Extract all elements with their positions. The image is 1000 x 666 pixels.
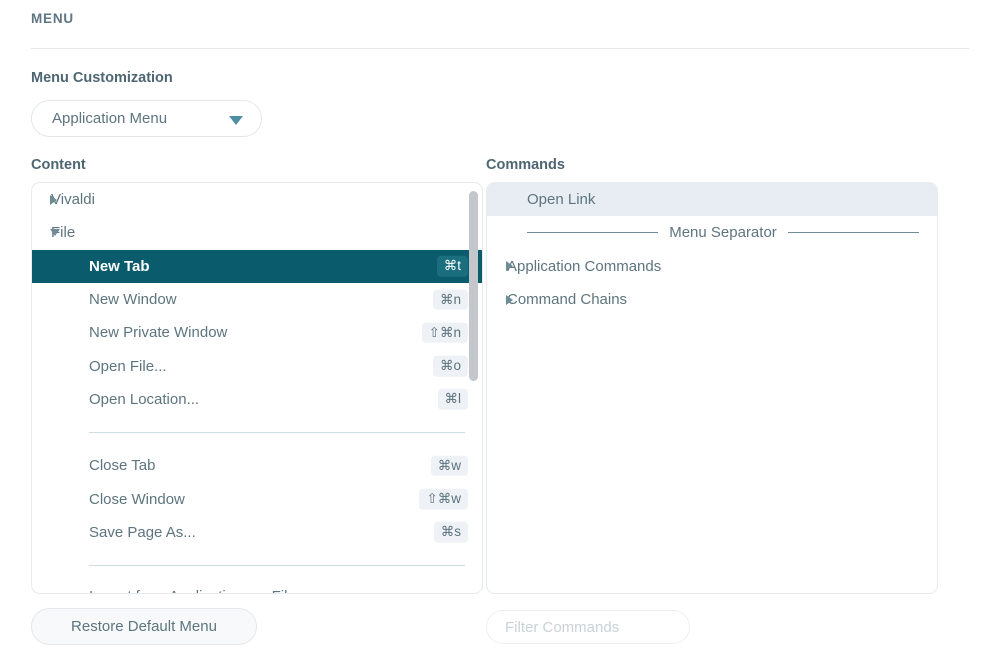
keyboard-shortcut-badge: ⌘l bbox=[437, 389, 468, 410]
chevron-right-icon[interactable] bbox=[506, 261, 513, 272]
tree-row[interactable]: Save Page As... ⌘s bbox=[32, 516, 482, 549]
tree-row-label: Close Tab bbox=[89, 457, 156, 475]
tree-row[interactable]: New Private Window ⇧⌘n bbox=[32, 316, 482, 349]
content-tree-cutoff-row: Import from Applications or Files bbox=[32, 580, 482, 593]
keyboard-shortcut-badge: ⌘s bbox=[433, 522, 468, 543]
tree-row[interactable]: Open File... ⌘o bbox=[32, 349, 482, 382]
command-group-row[interactable]: Command Chains bbox=[487, 283, 937, 316]
tree-group-row[interactable]: File bbox=[32, 216, 482, 249]
tree-row[interactable]: New Tab ⌘t bbox=[32, 249, 482, 283]
restore-default-menu-button[interactable]: Restore Default Menu bbox=[31, 608, 257, 645]
content-scrollbar-thumb[interactable] bbox=[469, 191, 478, 381]
chevron-right-icon[interactable] bbox=[506, 294, 513, 305]
command-group-row[interactable]: Application Commands bbox=[487, 250, 937, 283]
tree-row-label: New Window bbox=[89, 291, 177, 309]
separator-line-left bbox=[527, 232, 659, 234]
keyboard-shortcut-badge: ⌘n bbox=[432, 289, 468, 310]
tree-row[interactable]: Close Tab ⌘w bbox=[32, 449, 482, 482]
keyboard-shortcut-badge: ⇧⌘n bbox=[421, 322, 468, 344]
filter-commands-input[interactable] bbox=[486, 610, 690, 644]
separator-line-right bbox=[787, 232, 920, 234]
keyboard-shortcut-badge: ⇧⌘w bbox=[419, 488, 468, 510]
tree-row[interactable]: Open Location... ⌘l bbox=[32, 383, 482, 416]
tree-row-label: New Private Window bbox=[89, 324, 228, 342]
menu-separator-label: Menu Separator bbox=[669, 224, 777, 242]
commands-tree-list: Open Link Menu Separator Application Comma… bbox=[487, 183, 937, 316]
keyboard-shortcut-badge: ⌘o bbox=[432, 355, 468, 377]
separator-line bbox=[89, 432, 465, 434]
keyboard-shortcut-badge: ⌘w bbox=[430, 455, 468, 476]
tree-row-label: Open Location... bbox=[89, 390, 200, 408]
tree-row-label: Save Page As... bbox=[89, 523, 196, 541]
command-row-label: Command Chains bbox=[507, 291, 628, 309]
tree-row[interactable]: Close Window ⇧⌘w bbox=[32, 482, 482, 515]
chevron-down-icon bbox=[229, 115, 243, 125]
tree-separator bbox=[32, 416, 482, 449]
chevron-right-icon[interactable] bbox=[50, 194, 57, 205]
tree-row-label: Open File... bbox=[89, 357, 167, 375]
content-scrollbar[interactable] bbox=[469, 188, 478, 588]
tree-row-label: Close Window bbox=[89, 490, 185, 508]
command-row[interactable]: Open Link bbox=[487, 183, 937, 217]
commands-tree-panel: Open Link Menu Separator Application Comma… bbox=[486, 182, 938, 594]
tree-row[interactable]: New Window ⌘n bbox=[32, 283, 482, 316]
content-tree-list: Vivaldi File New Tab ⌘t New Window ⌘n New Priv… bbox=[32, 183, 482, 582]
tree-row-label: Import from Applications or Files bbox=[89, 588, 303, 593]
tree-separator bbox=[32, 549, 482, 582]
command-row-label: Open Link bbox=[527, 191, 596, 209]
menu-customization-label: Menu Customization bbox=[31, 70, 173, 86]
content-tree-panel: Vivaldi File New Tab ⌘t New Window ⌘n New Priv… bbox=[31, 182, 483, 594]
separator-line bbox=[89, 564, 465, 566]
tree-row[interactable]: Import from Applications or Files bbox=[32, 580, 482, 593]
command-row-label: Application Commands bbox=[507, 257, 662, 275]
tree-group-row[interactable]: Vivaldi bbox=[32, 183, 482, 216]
menu-separator-command[interactable]: Menu Separator bbox=[487, 216, 937, 249]
content-panel-label: Content bbox=[31, 157, 86, 173]
restore-default-menu-label: Restore Default Menu bbox=[71, 618, 217, 635]
tree-row-label: New Tab bbox=[89, 257, 150, 275]
keyboard-shortcut-badge: ⌘t bbox=[436, 255, 468, 277]
header-divider bbox=[31, 48, 969, 49]
menu-settings-page: MENU Menu Customization Application Menu… bbox=[0, 0, 1000, 666]
tree-row-label: Vivaldi bbox=[51, 191, 95, 209]
page-title: MENU bbox=[31, 11, 74, 26]
commands-panel-label: Commands bbox=[486, 157, 565, 173]
chevron-down-icon[interactable] bbox=[50, 229, 60, 237]
menu-customization-dropdown[interactable]: Application Menu bbox=[31, 100, 262, 137]
menu-customization-value: Application Menu bbox=[52, 110, 168, 127]
